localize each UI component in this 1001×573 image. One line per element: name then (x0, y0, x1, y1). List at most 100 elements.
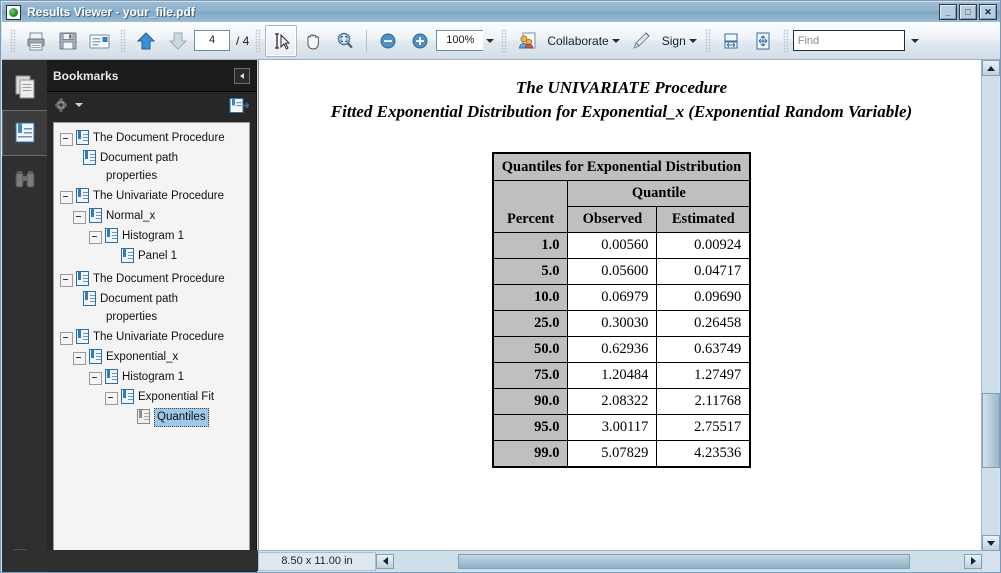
cell-estimated: 0.09690 (656, 284, 751, 312)
vertical-scroll-thumb[interactable] (982, 393, 1000, 468)
scroll-right-button[interactable] (964, 553, 982, 569)
bookmarks-tree[interactable]: The Document Procedure Document path pro… (53, 122, 250, 567)
maximize-button[interactable]: □ (959, 4, 977, 20)
bookmark-node-selected[interactable]: Quantiles (58, 408, 249, 428)
bookmark-node[interactable]: Histogram 1 (58, 368, 249, 388)
pen-sign-icon (632, 31, 650, 49)
toolbar-grip-5[interactable] (704, 28, 711, 53)
email-button[interactable] (84, 25, 116, 57)
pages-panel-icon (15, 75, 34, 99)
bookmark-node[interactable]: The Document Procedure (58, 270, 249, 290)
expand-toggle-icon[interactable] (60, 274, 73, 287)
scroll-left-button[interactable] (376, 553, 394, 569)
results-viewer-window: Results Viewer - your_file.pdf _ □ ✕ 4 /… (0, 0, 1001, 573)
expand-toggle-icon[interactable] (73, 352, 86, 365)
table-caption: Quantiles for Exponential Distribution (492, 152, 751, 182)
close-icon: ✕ (984, 6, 992, 17)
save-button[interactable] (52, 25, 84, 57)
collapse-panel-button[interactable] (234, 67, 250, 84)
options-gear-button[interactable] (54, 97, 83, 113)
zoom-in-button[interactable] (404, 25, 436, 57)
bookmark-icon (121, 389, 134, 404)
find-input-wrapper[interactable] (792, 30, 905, 51)
bookmarks-panel-icon (15, 122, 35, 143)
find-chevron-down-icon[interactable] (910, 38, 919, 43)
expand-current-bookmark-button[interactable] (229, 97, 249, 114)
binoculars-search-icon (15, 171, 34, 188)
print-button[interactable] (20, 25, 52, 57)
expand-toggle-icon[interactable] (60, 133, 73, 146)
pages-panel-icon-button[interactable] (2, 64, 47, 110)
select-tool-button[interactable] (265, 24, 298, 57)
previous-page-button[interactable] (130, 25, 162, 57)
sign-chevron-down-icon[interactable] (688, 38, 697, 43)
toolbar-grip-3[interactable] (255, 28, 262, 53)
cell-percent: 95.0 (492, 414, 569, 442)
search-panel-icon-button[interactable] (2, 156, 47, 202)
fit-width-button[interactable] (715, 25, 747, 57)
bookmark-node[interactable]: Document path (58, 290, 249, 308)
bookmark-node[interactable]: Exponential Fit (58, 388, 249, 408)
hand-tool-button[interactable] (297, 25, 329, 57)
cell-percent: 25.0 (492, 310, 569, 338)
expand-toggle-icon[interactable] (60, 332, 73, 345)
document-title-line2: Fitted Exponential Distribution for Expo… (330, 102, 913, 121)
cell-percent: 10.0 (492, 284, 569, 312)
table-row: 1.0 0.00560 0.00924 (492, 232, 751, 260)
arrow-down-icon (987, 540, 995, 546)
document-viewport[interactable]: The UNIVARIATE Procedure Fitted Exponent… (258, 60, 983, 551)
bookmark-node[interactable]: Histogram 1 (58, 227, 249, 247)
scroll-up-button[interactable] (982, 60, 1000, 76)
bookmark-node[interactable]: Normal_x (58, 207, 249, 227)
bookmark-icon (105, 369, 118, 384)
chevron-down-icon (486, 38, 495, 43)
expand-toggle-icon[interactable] (105, 392, 118, 405)
horizontal-scroll-thumb[interactable] (458, 553, 910, 569)
collaborate-button[interactable] (511, 25, 543, 57)
bookmark-icon (76, 130, 89, 145)
cell-estimated: 0.26458 (656, 310, 751, 338)
next-page-icon (168, 32, 188, 50)
main-toolbar: 4 / 4 100% Collaborate Sign Find (2, 22, 1000, 60)
bookmark-node[interactable]: Exponential_x (58, 348, 249, 368)
find-input[interactable] (793, 31, 904, 51)
expand-toggle-icon[interactable] (60, 191, 73, 204)
bookmark-node[interactable]: The Document Procedure (58, 129, 249, 149)
cell-observed: 0.06979 (567, 284, 658, 312)
save-floppy-icon (59, 32, 77, 49)
hand-tool-icon (307, 33, 320, 50)
sign-button[interactable] (626, 25, 658, 57)
expand-toggle-icon[interactable] (73, 211, 86, 224)
zoom-level-input[interactable]: 100% (436, 30, 484, 51)
bookmark-node[interactable]: The Univariate Procedure (58, 328, 249, 348)
fit-page-button[interactable] (747, 25, 779, 57)
minimize-icon: _ (945, 6, 951, 17)
toolbar-grip[interactable] (10, 28, 16, 53)
bookmark-label: Histogram 1 (122, 230, 184, 242)
table-row: 50.0 0.62936 0.63749 (492, 336, 751, 364)
close-button[interactable]: ✕ (979, 4, 997, 20)
expand-toggle-icon[interactable] (89, 372, 102, 385)
next-page-button[interactable] (162, 25, 194, 57)
pdf-page: The UNIVARIATE Procedure Fitted Exponent… (259, 60, 983, 469)
page-number-input[interactable]: 4 (194, 30, 230, 51)
zoom-dropdown-button[interactable] (483, 31, 497, 50)
bookmark-label: The Univariate Procedure (93, 190, 225, 202)
bookmark-node[interactable]: Panel 1 (58, 247, 249, 267)
vertical-scrollbar[interactable] (981, 60, 1000, 551)
toolbar-grip-2[interactable] (120, 28, 126, 53)
cell-estimated: 0.04717 (656, 258, 751, 286)
minimize-button[interactable]: _ (939, 4, 957, 20)
zoom-out-button[interactable] (372, 25, 404, 57)
marquee-zoom-button[interactable] (329, 25, 361, 57)
bookmark-node[interactable]: Document path (58, 149, 249, 167)
collaborate-chevron-down-icon[interactable] (611, 38, 620, 43)
fit-width-icon (724, 33, 738, 48)
expand-toggle-icon[interactable] (89, 231, 102, 244)
scroll-down-button[interactable] (982, 535, 1000, 551)
select-text-cursor-icon (275, 32, 291, 50)
toolbar-grip-6[interactable] (782, 28, 789, 53)
toolbar-grip-4[interactable] (501, 28, 508, 53)
bookmark-node[interactable]: The Univariate Procedure (58, 187, 249, 207)
bookmarks-panel-icon-button[interactable] (2, 110, 47, 156)
